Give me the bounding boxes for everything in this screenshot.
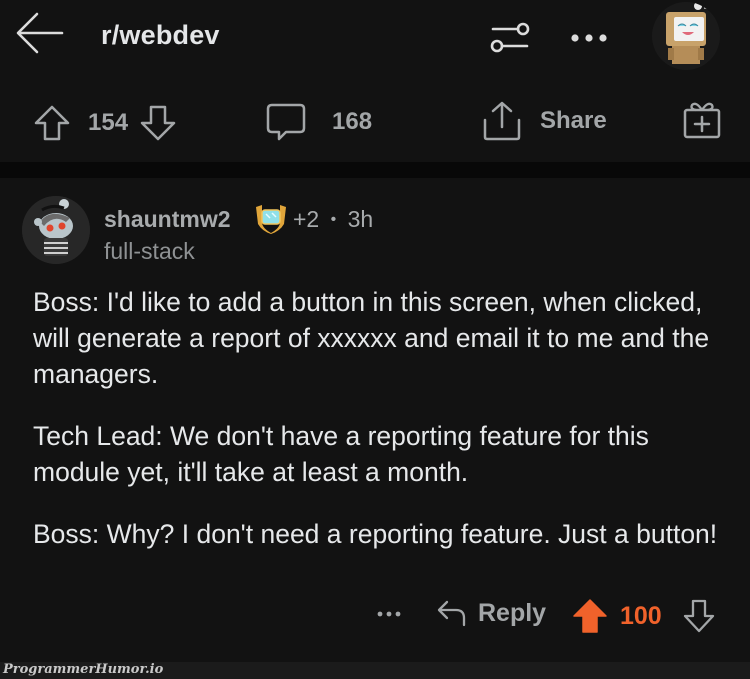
arrow-left-icon [16, 12, 64, 54]
comment-meta: +2 • 3h [293, 206, 373, 233]
reply-label: Reply [478, 598, 547, 627]
post-vote-group: 154 [32, 104, 178, 142]
subreddit-title[interactable]: r/webdev [101, 20, 220, 51]
commenter-avatar[interactable] [22, 196, 90, 264]
share-upload-icon [483, 101, 521, 141]
user-avatar[interactable] [652, 2, 720, 70]
award-badge-icon [256, 205, 286, 234]
arrow-up-outline-icon[interactable] [32, 104, 72, 142]
comment-age: 3h [347, 206, 374, 232]
comment-paragraph: Tech Lead: We don't have a reporting fea… [33, 421, 649, 487]
comment-award[interactable] [254, 204, 288, 234]
comment-score: 100 [620, 602, 662, 630]
more-horizontal-icon [377, 611, 401, 617]
snoo-avatar-icon [22, 196, 90, 264]
back-button[interactable] [14, 10, 64, 60]
speech-bubble-icon [266, 103, 306, 141]
reply-arrow-icon [437, 600, 466, 627]
comment-paragraph: Boss: Why? I don't need a reporting feat… [33, 519, 718, 549]
comment-upvote-button[interactable] [572, 598, 608, 634]
comment-action-bar: Reply 100 [0, 590, 750, 640]
meta-separator: • [330, 211, 337, 228]
post-action-bar: 154 168 Share [0, 80, 750, 162]
award-extra-count: +2 [293, 206, 320, 232]
post-upvote-count: 154 [88, 109, 129, 136]
arrow-down-outline-icon[interactable] [138, 104, 178, 142]
comment: shauntmw2 +2 • 3h full-stack Boss: I'd l… [0, 178, 750, 662]
user-flair: full-stack [104, 238, 195, 264]
arrow-down-outline-icon [683, 599, 715, 633]
section-divider [0, 162, 750, 178]
more-horizontal-icon [571, 34, 607, 42]
comment-body: Boss: I'd like to add a button in this s… [33, 284, 723, 578]
comment-more-button[interactable] [374, 602, 406, 626]
sort-sliders-icon [490, 22, 530, 53]
comment-downvote-button[interactable] [682, 598, 716, 634]
more-options-button[interactable] [568, 24, 612, 52]
watermark-bar: ProgrammerHumor.io [0, 662, 750, 679]
reply-button[interactable]: Reply [436, 598, 546, 628]
top-nav-bar: r/webdev [0, 0, 750, 80]
robot-box-avatar-icon [652, 2, 720, 70]
comment-paragraph: Boss: I'd like to add a button in this s… [33, 287, 710, 389]
sort-filter-button[interactable] [488, 20, 532, 56]
comment-count: 168 [332, 108, 373, 135]
comment-username[interactable]: shauntmw2 [104, 206, 231, 233]
watermark: ProgrammerHumor.io [3, 662, 164, 677]
share-label: Share [540, 107, 607, 134]
gift-plus-icon [683, 102, 721, 139]
comments-button[interactable]: 168 [266, 102, 372, 142]
arrow-up-filled-icon [573, 599, 607, 633]
give-award-button[interactable] [682, 100, 722, 140]
share-button[interactable]: Share [482, 100, 607, 142]
